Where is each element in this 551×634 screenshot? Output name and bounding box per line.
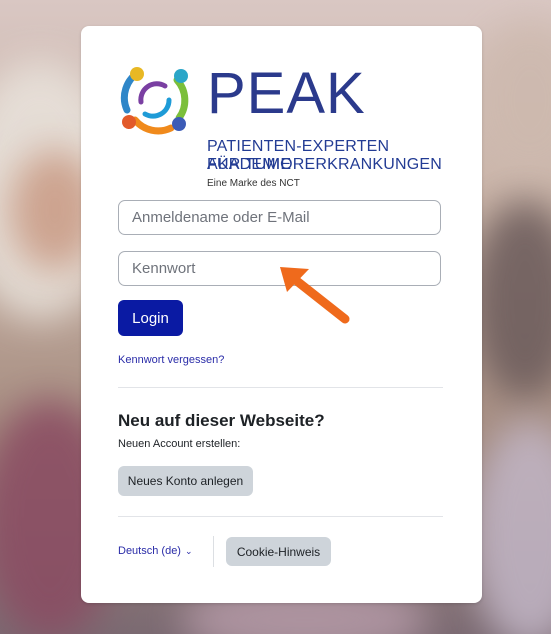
language-label: Deutsch (de) xyxy=(118,545,181,557)
language-selector[interactable]: Deutsch (de) ⌄ xyxy=(118,545,193,557)
create-account-button[interactable]: Neues Konto anlegen xyxy=(118,466,253,496)
divider xyxy=(118,516,443,517)
footer-separator xyxy=(213,536,214,567)
arrow-icon xyxy=(280,267,350,324)
signup-subtext: Neuen Account erstellen: xyxy=(118,438,241,450)
forgot-password-link[interactable]: Kennwort vergessen? xyxy=(118,354,224,366)
peak-logo-icon xyxy=(120,67,189,135)
logo-brand-note: Eine Marke des NCT xyxy=(207,178,300,189)
cookie-notice-button[interactable]: Cookie-Hinweis xyxy=(226,537,331,566)
chevron-down-icon: ⌄ xyxy=(184,546,193,556)
divider xyxy=(118,387,443,388)
logo-wordmark: PEAK xyxy=(207,61,366,126)
username-input[interactable] xyxy=(118,200,441,235)
login-button[interactable]: Login xyxy=(118,300,183,336)
logo-tagline-2: FÜR TUMORERKRANKUNGEN xyxy=(207,156,443,173)
signup-heading: Neu auf dieser Webseite? xyxy=(118,411,325,430)
peak-logo: PEAK PATIENTEN-EXPERTEN AKADEMIE FÜR TUM… xyxy=(117,62,447,192)
